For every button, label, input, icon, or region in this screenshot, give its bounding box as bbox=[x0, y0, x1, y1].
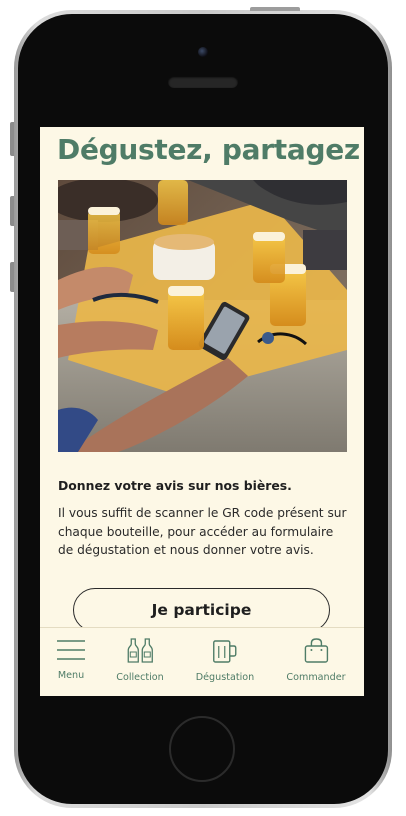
nav-label-menu: Menu bbox=[57, 670, 85, 681]
section-subtitle: Donnez votre avis sur nos bières. bbox=[58, 478, 292, 493]
mute-switch bbox=[10, 122, 14, 156]
nav-label-collection: Collection bbox=[116, 672, 164, 683]
nav-item-collection[interactable]: Collection bbox=[116, 638, 164, 683]
hero-image bbox=[58, 180, 347, 452]
nav-item-commander[interactable]: Commander bbox=[286, 638, 346, 683]
front-camera bbox=[198, 47, 208, 57]
power-button bbox=[250, 7, 300, 11]
volume-down-button bbox=[10, 262, 14, 292]
nav-label-degustation: Dégustation bbox=[195, 672, 255, 683]
participate-button[interactable]: Je participe bbox=[73, 588, 330, 632]
earpiece-speaker bbox=[168, 76, 238, 88]
shopping-bag-icon bbox=[304, 638, 328, 663]
bottles-icon bbox=[127, 638, 153, 663]
home-button[interactable] bbox=[169, 716, 235, 782]
nav-item-menu[interactable]: Menu bbox=[56, 638, 86, 681]
page-title: Dégustez, partagez ! bbox=[57, 133, 364, 166]
nav-item-degustation[interactable]: Dégustation bbox=[196, 638, 254, 683]
hamburger-icon bbox=[57, 640, 85, 660]
section-description: Il vous suffit de scanner le GR code pré… bbox=[58, 506, 347, 557]
beer-mug-icon bbox=[213, 640, 237, 663]
app-screen: Dégustez, partagez ! Donnez votre avis s… bbox=[40, 127, 364, 696]
bottom-nav: Menu Collection Dégustation Commander bbox=[40, 627, 364, 696]
volume-up-button bbox=[10, 196, 14, 226]
nav-label-commander: Commander bbox=[286, 672, 346, 683]
